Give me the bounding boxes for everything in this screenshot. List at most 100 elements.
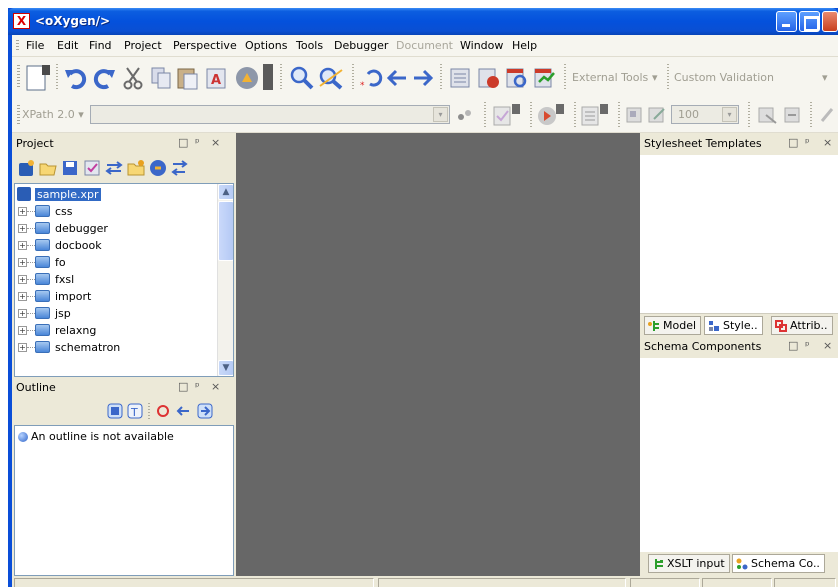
outline-view-icon[interactable] (448, 66, 472, 90)
external-tools-dropdown-icon[interactable]: ▾ (652, 71, 658, 84)
toolbar-grip[interactable] (17, 65, 20, 89)
xpath-settings-icon[interactable] (456, 107, 474, 123)
expand-icon[interactable]: + (18, 326, 27, 335)
tab-schema-components[interactable]: Schema Co.. (732, 554, 825, 573)
expand-icon[interactable]: + (18, 343, 27, 352)
scroll-thumb[interactable] (218, 201, 233, 261)
pin-panel-icon[interactable]: ᵖ (805, 136, 810, 149)
tree-folder-item[interactable]: + schematron (15, 339, 215, 356)
close-panel-icon[interactable]: × (211, 136, 220, 149)
scroll-down-button[interactable]: ▼ (218, 360, 233, 376)
tree-folder-item[interactable]: + import (15, 288, 215, 305)
close-panel-icon[interactable]: × (823, 339, 832, 352)
custom-validation-dropdown-icon[interactable]: ▾ (822, 71, 828, 84)
expand-icon[interactable]: + (18, 258, 27, 267)
restore-panel-icon[interactable]: □ (178, 136, 188, 149)
check-well-formed-icon[interactable] (504, 66, 530, 90)
expand-icon[interactable]: + (18, 207, 27, 216)
tree-root-item[interactable]: sample.xpr (15, 186, 215, 203)
outline-settings-icon[interactable] (196, 402, 214, 420)
image-left-icon[interactable] (624, 105, 644, 125)
outline-text-icon[interactable]: T (126, 402, 144, 420)
menu-grip[interactable] (16, 40, 19, 52)
new-document-icon[interactable] (24, 63, 52, 93)
menu-edit[interactable]: Edit (57, 39, 78, 52)
validate-document-icon[interactable] (476, 66, 502, 90)
zoom-dropdown-icon[interactable]: ▾ (722, 107, 737, 122)
expand-icon[interactable]: + (18, 224, 27, 233)
title-bar[interactable]: X <oXygen/> (8, 8, 838, 35)
menu-file[interactable]: File (26, 39, 44, 52)
xpath-history-dropdown-icon[interactable]: ▾ (433, 107, 448, 122)
expand-icon[interactable]: + (18, 241, 27, 250)
menu-project[interactable]: Project (124, 39, 162, 52)
expand-icon[interactable]: + (18, 275, 27, 284)
export-icon[interactable] (756, 105, 778, 125)
tab-xslt-input[interactable]: XSLT input (648, 554, 730, 573)
menu-find[interactable]: Find (89, 39, 112, 52)
pin-panel-icon[interactable]: ᵖ (195, 136, 200, 149)
menu-perspective[interactable]: Perspective (173, 39, 237, 52)
validate-with-schema-icon[interactable] (532, 66, 558, 90)
validation-options-icon[interactable] (492, 102, 526, 128)
copy-icon[interactable] (150, 66, 172, 90)
format-indent-icon[interactable]: A (204, 65, 228, 91)
restore-panel-icon[interactable]: □ (788, 136, 798, 149)
import-icon[interactable] (782, 105, 804, 125)
tab-model[interactable]: Model (644, 316, 702, 335)
menu-window[interactable]: Window (460, 39, 503, 52)
transform-dropdown-icon[interactable] (262, 62, 274, 92)
tree-folder-item[interactable]: + fxsl (15, 271, 215, 288)
tree-folder-item[interactable]: + fo (15, 254, 215, 271)
redo-icon[interactable] (92, 66, 116, 90)
restore-panel-icon[interactable]: □ (178, 380, 188, 393)
minimize-button[interactable] (776, 11, 797, 32)
forward-arrow-icon[interactable] (412, 67, 434, 89)
outline-filter-icon[interactable] (106, 402, 124, 420)
maximize-button[interactable] (799, 11, 820, 32)
oxygen-app-icon[interactable]: X (13, 13, 30, 29)
back-icon[interactable] (174, 402, 192, 420)
new-folder-icon[interactable] (126, 158, 146, 178)
project-tree[interactable]: sample.xpr + css + debugger + docbook + fo +… (14, 183, 234, 377)
custom-validation-button[interactable]: Custom Validation (674, 71, 774, 84)
menu-options[interactable]: Options (245, 39, 287, 52)
expand-icon[interactable]: + (18, 309, 27, 318)
stop-icon[interactable] (154, 402, 172, 420)
format-options-icon[interactable] (580, 102, 614, 128)
external-tools-button[interactable]: External Tools (572, 71, 648, 84)
expand-icon[interactable]: + (18, 292, 27, 301)
close-window-button[interactable] (822, 11, 838, 32)
link-with-editor-icon[interactable] (104, 158, 124, 178)
zoom-input[interactable]: 100 ▾ (671, 105, 739, 124)
pin-panel-icon[interactable]: ᵖ (805, 339, 810, 352)
menu-tools[interactable]: Tools (296, 39, 323, 52)
refresh-project-icon[interactable] (170, 158, 190, 178)
transform-icon[interactable] (234, 65, 260, 91)
tree-folder-item[interactable]: + debugger (15, 220, 215, 237)
undo-last-edit-icon[interactable]: * (360, 66, 384, 90)
add-files-icon[interactable] (148, 158, 168, 178)
close-panel-icon[interactable]: × (823, 136, 832, 149)
tree-folder-item[interactable]: + docbook (15, 237, 215, 254)
editor-area[interactable] (236, 133, 640, 576)
tab-attributes[interactable]: Attrib.. (771, 316, 833, 335)
back-arrow-icon[interactable] (386, 67, 408, 89)
menu-debugger[interactable]: Debugger (334, 39, 388, 52)
xpath-input[interactable]: ▾ (90, 105, 450, 124)
undo-icon[interactable] (64, 66, 88, 90)
tree-folder-item[interactable]: + relaxng (15, 322, 215, 339)
open-project-icon[interactable] (38, 158, 58, 178)
scroll-up-button[interactable]: ▲ (218, 184, 233, 200)
pointer-tool-icon[interactable] (818, 105, 838, 125)
close-panel-icon[interactable]: × (211, 380, 220, 393)
image-right-icon[interactable] (646, 105, 668, 125)
menu-help[interactable]: Help (512, 39, 537, 52)
tree-folder-item[interactable]: + css (15, 203, 215, 220)
validate-files-icon[interactable] (82, 158, 102, 178)
find-in-files-icon[interactable] (318, 66, 344, 90)
restore-panel-icon[interactable]: □ (788, 339, 798, 352)
save-project-icon[interactable] (60, 158, 80, 178)
tab-style[interactable]: Style.. (704, 316, 763, 335)
tree-folder-item[interactable]: + jsp (15, 305, 215, 322)
